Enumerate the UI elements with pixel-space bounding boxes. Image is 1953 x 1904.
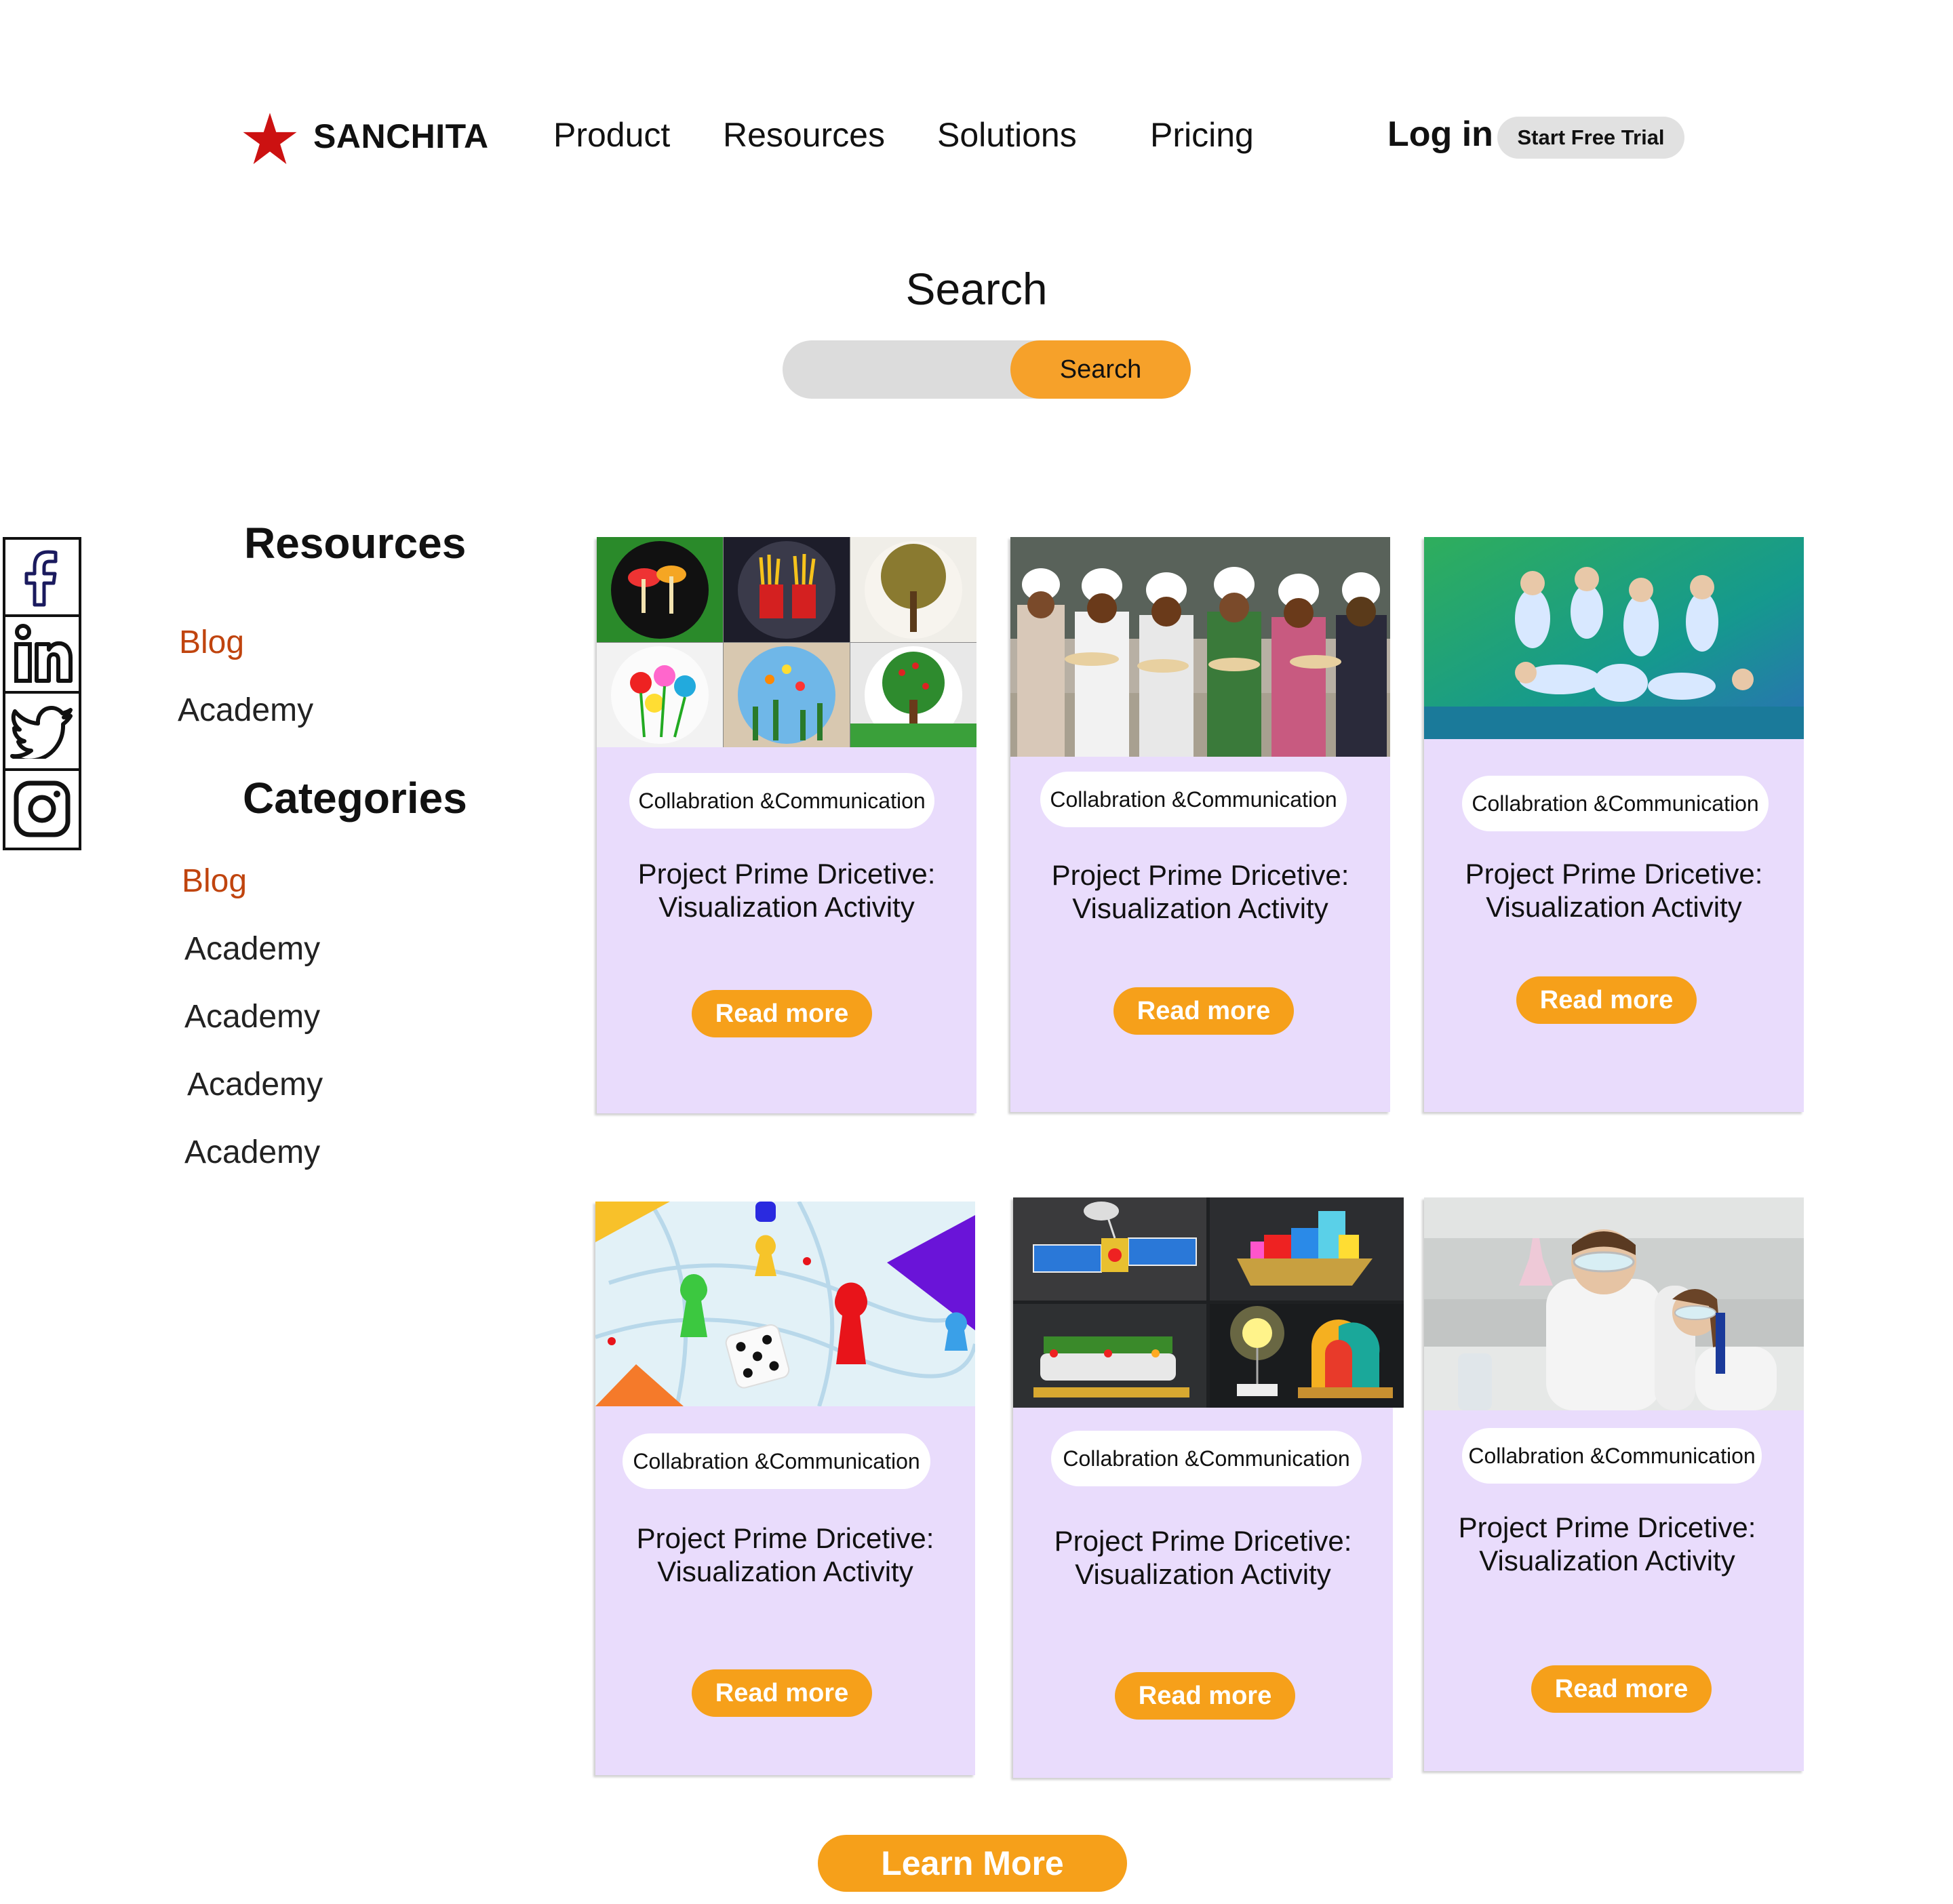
- category-tag[interactable]: Collabration &Communication: [1462, 776, 1769, 831]
- card-image-board-game: [595, 1202, 975, 1406]
- resources-academy-link[interactable]: Academy: [178, 692, 313, 729]
- nav-solutions[interactable]: Solutions: [937, 115, 1077, 155]
- nav-resources[interactable]: Resources: [723, 115, 885, 155]
- star-icon: [243, 113, 297, 164]
- category-academy-link[interactable]: Academy: [184, 1134, 320, 1171]
- card-image-science-models: [1013, 1197, 1404, 1408]
- facebook-link[interactable]: [5, 540, 79, 617]
- facebook-icon: [24, 550, 58, 607]
- resource-card: Collabration &Communication Project Prim…: [1424, 537, 1804, 1112]
- resources-blog-link[interactable]: Blog: [179, 624, 244, 661]
- brand-name[interactable]: SANCHITA: [313, 117, 489, 156]
- category-tag[interactable]: Collabration &Communication: [1040, 772, 1347, 827]
- category-tag[interactable]: Collabration &Communication: [629, 773, 934, 829]
- instagram-link[interactable]: [5, 771, 79, 848]
- read-more-button[interactable]: Read more: [1531, 1665, 1712, 1713]
- linkedin-link[interactable]: [5, 617, 79, 694]
- card-image-kids-dance: [1424, 537, 1804, 739]
- read-more-button[interactable]: Read more: [692, 990, 872, 1037]
- social-links: [3, 537, 81, 850]
- card-image-kids-chefs: [1010, 537, 1390, 757]
- categories-heading: Categories: [243, 774, 467, 822]
- search-bar: Search: [783, 340, 1191, 399]
- twitter-link[interactable]: [5, 694, 79, 771]
- read-more-button[interactable]: Read more: [1115, 1672, 1295, 1720]
- card-title: Project Prime Dricetive: Visualization A…: [1465, 858, 1763, 923]
- search-button[interactable]: Search: [1010, 340, 1191, 399]
- learn-more-button[interactable]: Learn More: [818, 1835, 1127, 1892]
- card-title: Project Prime Dricetive: Visualization A…: [637, 858, 936, 923]
- resource-card: Collabration &Communication Project Prim…: [1010, 537, 1390, 1112]
- resource-card: Collabration &Communication Project Prim…: [595, 1202, 975, 1775]
- resource-card: Collabration &Communication Project Prim…: [1424, 1197, 1804, 1771]
- category-blog-link[interactable]: Blog: [182, 862, 247, 900]
- card-title: Project Prime Dricetive: Visualization A…: [1054, 1525, 1352, 1590]
- search-title: Search: [905, 264, 1048, 314]
- read-more-button[interactable]: Read more: [1113, 987, 1294, 1035]
- resource-card: Collabration &Communication Project Prim…: [1013, 1197, 1404, 1778]
- category-academy-link[interactable]: Academy: [187, 1066, 323, 1103]
- instagram-icon: [14, 780, 71, 837]
- category-academy-link[interactable]: Academy: [184, 998, 320, 1035]
- read-more-button[interactable]: Read more: [692, 1669, 872, 1717]
- search-input[interactable]: [783, 340, 1035, 399]
- card-image-kids-lab: [1424, 1197, 1804, 1410]
- card-image-craft-plates: [597, 537, 976, 747]
- twitter-icon: [10, 705, 73, 759]
- category-tag[interactable]: Collabration &Communication: [1051, 1431, 1362, 1486]
- category-tag[interactable]: Collabration &Communication: [623, 1433, 930, 1489]
- resource-card: Collabration &Communication Project Prim…: [597, 537, 976, 1113]
- linkedin-icon: [14, 624, 73, 683]
- login-link[interactable]: Log in: [1387, 114, 1493, 155]
- category-academy-link[interactable]: Academy: [184, 930, 320, 968]
- card-title: Project Prime Dricetive: Visualization A…: [1051, 859, 1349, 924]
- card-title: Project Prime Dricetive: Visualization A…: [636, 1522, 934, 1587]
- start-free-trial-button[interactable]: Start Free Trial: [1497, 117, 1684, 159]
- category-tag[interactable]: Collabration &Communication: [1462, 1428, 1762, 1484]
- resources-heading: Resources: [244, 519, 467, 568]
- card-title: Project Prime Dricetive: Visualization A…: [1458, 1511, 1756, 1576]
- read-more-button[interactable]: Read more: [1516, 976, 1697, 1024]
- nav-product[interactable]: Product: [553, 115, 670, 155]
- nav-pricing[interactable]: Pricing: [1150, 115, 1254, 155]
